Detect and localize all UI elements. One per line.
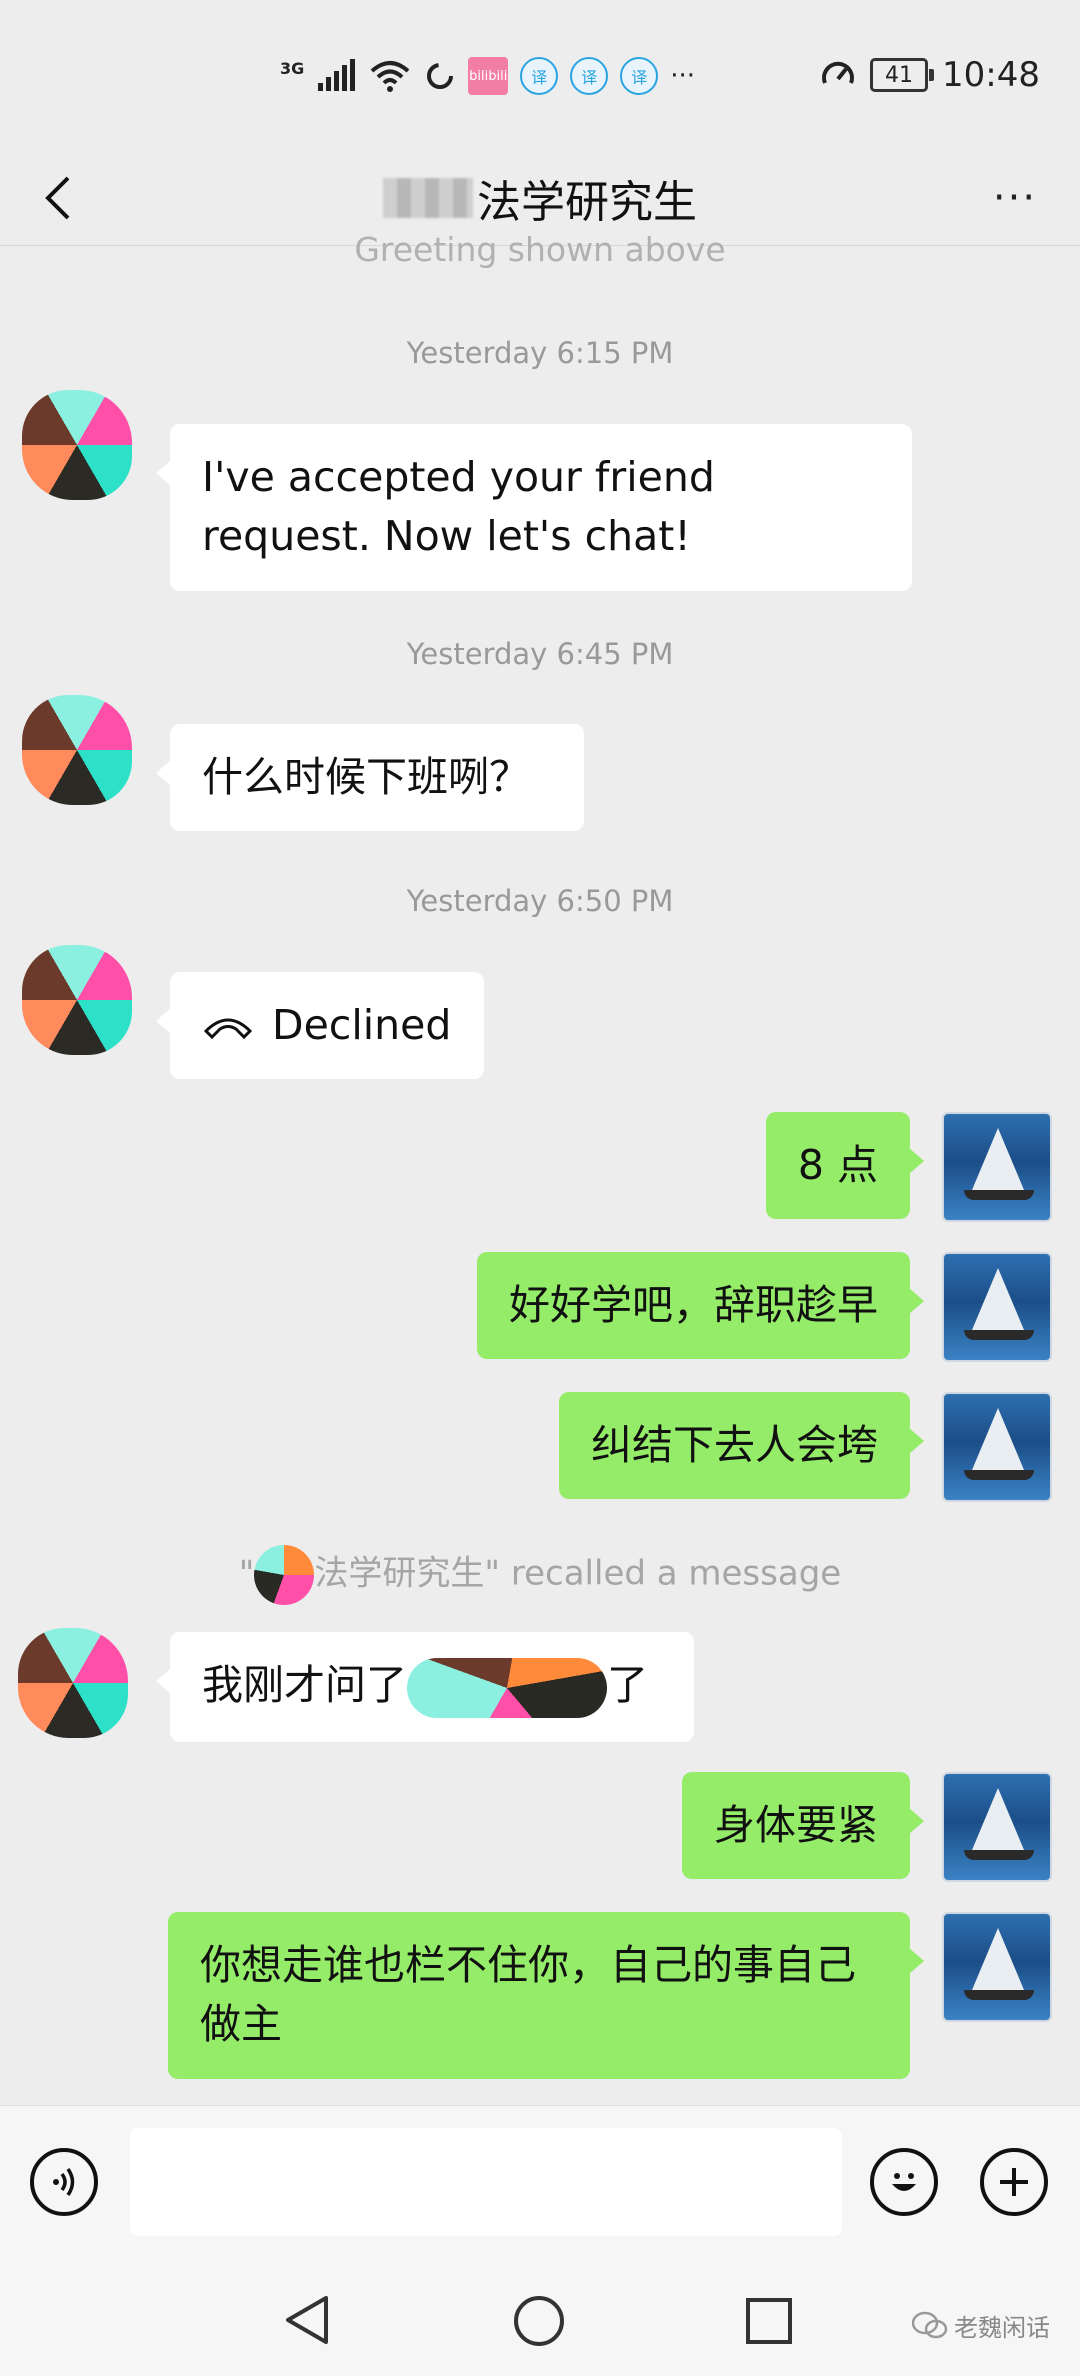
system-nav-bar: 老魏闲话 (0, 2270, 1080, 2376)
more-button[interactable]: ··· (980, 170, 1050, 226)
status-right-icons: 41 10:48 (820, 50, 1040, 100)
wechat-logo-icon (912, 2311, 948, 2338)
signal-icon (318, 59, 356, 91)
sailboat-icon (972, 1408, 1024, 1470)
redacted-text-mosaic (407, 1658, 607, 1718)
voice-button[interactable] (30, 2148, 98, 2216)
more-dots-icon: ··· (992, 175, 1038, 221)
clock: 10:48 (942, 55, 1040, 95)
translate-app-icon-2: 译 (570, 57, 609, 95)
hull-shape (964, 1190, 1034, 1200)
sync-icon (427, 63, 454, 89)
hull-shape (964, 1990, 1034, 2000)
nav-recents-button[interactable] (744, 2296, 794, 2350)
network-type: 3G (280, 58, 305, 78)
message-text-end: 了 (607, 1661, 648, 1709)
battery-icon: 41 (870, 58, 935, 92)
my-avatar[interactable] (942, 1772, 1052, 1882)
input-bar (0, 2105, 1080, 2271)
emoji-button[interactable] (870, 2148, 938, 2216)
outgoing-message[interactable]: 身体要紧 (682, 1772, 924, 1880)
message-text: 你想走谁也栏不住你，自己的事自己做主 (200, 1941, 856, 2049)
sailboat-icon (972, 1128, 1024, 1190)
translate-app-icon-1: 译 (520, 57, 559, 95)
bilibili-icon: bilibili (468, 57, 509, 95)
outgoing-message[interactable]: 纠结下去人会垮 (559, 1392, 924, 1500)
voice-icon (53, 2168, 75, 2196)
watermark: 老魏闲话 (912, 2308, 1050, 2343)
message-text: 纠结下去人会垮 (591, 1421, 878, 1469)
more-actions-button[interactable] (980, 2148, 1048, 2216)
status-left-icons: 3G bilibili 译 译 译 ··· (280, 52, 695, 100)
message-text: 好好学吧，辞职趁早 (509, 1281, 878, 1329)
smiley-icon (892, 2173, 916, 2191)
watermark-text: 老魏闲话 (954, 2314, 1050, 2342)
outgoing-message[interactable]: 好好学吧，辞职趁早 (477, 1252, 924, 1360)
message-text: I've accepted your friend request. Now l… (202, 453, 715, 561)
status-bar: 3G bilibili 译 译 译 ··· 41 10:48 (0, 0, 1080, 150)
my-avatar[interactable] (942, 1112, 1052, 1222)
timestamp: Yesterday 6:50 PM (406, 884, 674, 918)
recall-text: 法学研究生" recalled a message (314, 1553, 842, 1594)
sailboat-icon (972, 1268, 1024, 1330)
nav-back-button[interactable] (282, 2292, 332, 2352)
speed-gauge-icon (822, 61, 854, 84)
declined-call-message[interactable]: Declined (156, 972, 484, 1080)
back-button[interactable] (30, 168, 90, 228)
outgoing-message[interactable]: 8 点 (765, 1112, 925, 1220)
timestamp: Yesterday 6:15 PM (406, 336, 674, 370)
my-avatar[interactable] (942, 1392, 1052, 1502)
my-avatar[interactable] (942, 1252, 1052, 1362)
hull-shape (964, 1850, 1034, 1860)
battery-level: 41 (885, 62, 914, 88)
square-recents-icon (746, 2298, 792, 2344)
recall-quote: " (238, 1553, 255, 1594)
translate-app-icon-3: 译 (620, 57, 659, 95)
peer-avatar[interactable] (22, 945, 132, 1055)
sailboat-icon (972, 1788, 1024, 1850)
call-status: Declined (272, 1001, 452, 1049)
timestamp: Yesterday 6:45 PM (406, 637, 674, 671)
triangle-back-icon (286, 2296, 328, 2344)
message-text: 什么时候下班咧？ (202, 753, 530, 801)
more-notifications: ··· (670, 61, 696, 91)
chat-title-text: 法学研究生 (477, 176, 697, 228)
my-avatar[interactable] (942, 1912, 1052, 2022)
peer-avatar[interactable] (18, 1628, 128, 1738)
redacted-name-part (383, 177, 473, 218)
message-input[interactable] (130, 2128, 842, 2236)
incoming-message[interactable]: I've accepted your friend request. Now l… (156, 424, 912, 591)
hull-shape (964, 1330, 1034, 1340)
message-text: 8 点 (797, 1141, 878, 1189)
outgoing-message[interactable]: 你想走谁也栏不住你，自己的事自己做主 (168, 1912, 924, 2079)
circle-home-icon (514, 2296, 564, 2346)
redacted-avatar-mosaic (254, 1545, 315, 1605)
message-text: 身体要紧 (714, 1801, 878, 1849)
hull-shape (964, 1470, 1034, 1480)
wifi-icon (370, 61, 410, 92)
plus-icon (1000, 2168, 1028, 2196)
sailboat-icon (972, 1928, 1024, 1990)
greeting-notice: Greeting shown above (354, 230, 726, 269)
incoming-message[interactable]: 什么时候下班咧？ (156, 724, 584, 832)
bilibili-label: bilibili (469, 68, 508, 84)
nav-home-button[interactable] (512, 2294, 566, 2352)
peer-avatar[interactable] (22, 695, 132, 805)
recall-notice: " 法学研究生" recalled a message (0, 1545, 1080, 1605)
chevron-left-icon (45, 176, 70, 220)
peer-avatar[interactable] (22, 390, 132, 500)
incoming-message[interactable]: 我刚才问了 了 (156, 1632, 694, 1742)
message-text-start: 我刚才问了 (202, 1661, 407, 1709)
phone-hangup-icon (203, 1018, 253, 1039)
